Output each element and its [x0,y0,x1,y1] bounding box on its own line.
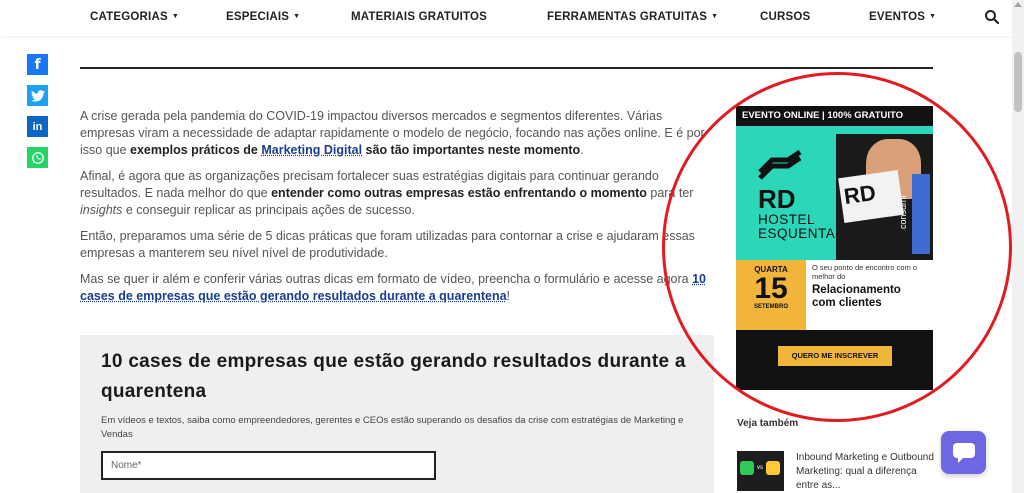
thumb-vs-text: vs [757,465,763,471]
paragraph-text: . [580,143,584,157]
related-article-link[interactable]: Inbound Marketing e Outbound Marketing: … [796,451,936,493]
caret-down-icon: ▼ [711,13,719,20]
ad-month: SETEMBRO [753,304,788,310]
thumb-green-tile [740,461,754,475]
form-description: Em vídeos e textos, saiba como empreende… [101,415,684,440]
marketing-digital-link[interactable]: Marketing Digital [261,143,362,157]
share-linkedin-button[interactable]: in [27,116,48,137]
caret-down-icon: ▼ [293,13,301,20]
nav-item-especiais[interactable]: ESPECIAIS ▼ [226,11,300,23]
collage-blue-strip [912,174,930,254]
related-thumbnail[interactable]: vs [737,451,784,491]
nav-item-materiais-gratuitos[interactable]: MATERIAIS GRATUITOS [351,11,487,23]
caret-down-icon: ▼ [171,13,179,20]
ad-day: 15 [754,272,788,305]
share-facebook-button[interactable]: f [27,54,48,75]
ad-hostel-line: ESQUENTA [758,226,836,241]
twitter-icon [30,89,45,102]
article-paragraph-4: Mas se quer ir além e conferir várias ou… [80,271,716,305]
ad-subtitle: O seu ponto de encontro com o melhor do [812,263,918,281]
ad-info-block: O seu ponto de encontro com o melhor do … [806,260,933,330]
collage-rd-text: RD [842,179,878,210]
caret-down-icon: ▼ [929,13,937,20]
nav-label: MATERIAIS GRATUITOS [351,11,488,23]
ad-hostel-text: HOSTEL ESQUENTA [758,213,835,241]
paragraph-text: e conseguir replicar as principais ações… [122,203,415,217]
bold-text: entender como outras empresas estão enfr… [271,186,647,200]
paragraph-text: Mas se quer ir além e conferir várias ou… [80,272,693,286]
name-input[interactable] [101,451,436,480]
form-title: 10 cases de empresas que estão gerando r… [101,351,686,402]
linkedin-icon: in [32,120,43,133]
event-ad-banner[interactable]: EVENTO ONLINE | 100% GRATUITO RD HOSTEL … [736,106,933,390]
nav-item-categorias[interactable]: CATEGORIAS ▼ [90,11,179,23]
thumb-yellow-tile [766,461,780,475]
nav-label: FERRAMENTAS GRATUITAS [547,11,708,23]
share-twitter-button[interactable] [27,85,48,106]
top-navigation: CATEGORIAS ▼ ESPECIAIS ▼ MATERIAIS GRATUIT… [0,0,1012,36]
chat-widget-button[interactable] [941,431,986,474]
share-whatsapp-button[interactable] [27,147,48,168]
nav-label: ESPECIAIS [226,11,290,23]
divider-line [80,67,933,69]
lead-form-card: 10 cases de empresas que estão gerando r… [80,335,714,493]
facebook-icon: f [34,56,41,73]
ad-headline: Relacionamento com clientes [812,284,901,309]
nav-item-eventos[interactable]: EVENTOS ▼ [869,11,936,23]
article-paragraph-2: Afinal, é agora que as organizações prec… [80,168,716,219]
nav-item-ferramentas-gratuitas[interactable]: FERRAMENTAS GRATUITAS ▼ [547,11,718,23]
bold-text: são tão importantes neste momento [362,143,581,157]
collage-text: consumi [898,195,908,229]
article-body: A crise gerada pela pandemia do COVID-19… [80,108,716,314]
ad-collage-image: RD consumi [836,134,933,260]
article-paragraph-3: Então, preparamos uma série de 5 dicas p… [80,229,695,260]
paragraph-text: ! [506,289,511,303]
scroll-thumb[interactable] [1014,52,1022,112]
page-scrollbar[interactable] [1012,0,1024,493]
search-icon[interactable] [984,9,1000,25]
nav-label: CATEGORIAS [90,11,168,23]
ad-rd-text: RD [758,184,796,214]
nav-label: EVENTOS [869,11,926,23]
whatsapp-icon [31,151,44,164]
nav-item-cursos[interactable]: CURSOS [760,11,810,23]
rd-logo-icon [758,150,802,180]
italic-text: insights [80,203,123,217]
article-paragraph-1: A crise gerada pela pandemia do COVID-19… [80,108,716,159]
ad-date-block: QUARTA 15 SETEMBRO [736,260,806,330]
bold-text: exemplos práticos de [130,143,262,157]
related-heading: Veja também [737,418,799,429]
scroll-up-arrow-icon[interactable] [1014,2,1022,7]
ad-hostel-line: HOSTEL [758,212,816,227]
ad-bottom-panel: QUARTA 15 SETEMBRO O seu ponto de encont… [736,260,933,390]
subscribe-button[interactable]: QUERO ME INSCREVER [778,346,892,366]
ad-top-strip: EVENTO ONLINE | 100% GRATUITO [736,106,933,126]
paragraph-text: para ter [646,186,694,200]
chat-bubble-icon [952,442,975,463]
nav-label: CURSOS [760,11,811,23]
